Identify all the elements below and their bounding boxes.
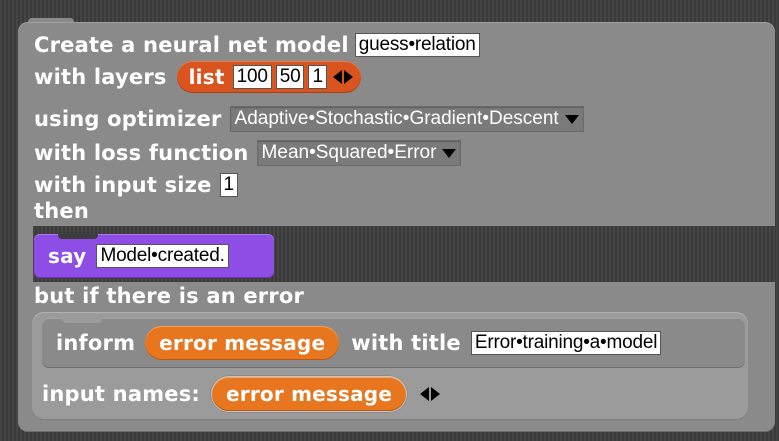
say-block[interactable]: say Model•created. — [34, 234, 274, 278]
inform-block[interactable]: inform error message with title Error•tr… — [42, 318, 745, 368]
loss-dropdown[interactable]: Mean•Squared•Error — [256, 140, 462, 166]
inform-block-notch — [62, 318, 102, 323]
then-row: then — [34, 198, 89, 224]
error-label-row: but if there is an error — [34, 282, 304, 310]
input-names-expand-arrows[interactable] — [420, 387, 441, 401]
input-name-slot[interactable]: error message — [210, 375, 409, 413]
title-input[interactable]: Error•training•a•model — [470, 331, 662, 355]
say-message-input[interactable]: Model•created. — [96, 244, 229, 268]
optimizer-dropdown[interactable]: Adaptive•Stochastic•Gradient•Descent — [229, 106, 584, 132]
layer-input-2[interactable]: 50 — [275, 65, 305, 89]
input-names-label: input names: — [42, 382, 201, 406]
input-names-row: input names: error message — [42, 374, 441, 414]
dropdown-arrow-icon[interactable] — [442, 148, 457, 158]
then-label: then — [34, 199, 89, 223]
loss-label: with loss function — [34, 141, 249, 165]
input-name-label: error message — [226, 382, 393, 406]
list-reporter[interactable]: list 100 50 1 — [176, 61, 361, 93]
model-name-input[interactable]: guess•relation — [354, 33, 480, 57]
create-row: Create a neural net model guess•relation — [34, 30, 480, 60]
say-block-notch — [58, 234, 98, 239]
error-handler-label: but if there is an error — [34, 284, 305, 308]
with-title-label: with title — [351, 331, 461, 355]
say-label: say — [48, 244, 87, 268]
list-expand-arrows[interactable] — [332, 70, 353, 84]
layer-input-1[interactable]: 100 — [232, 65, 272, 89]
loss-value: Mean•Squared•Error — [261, 142, 437, 163]
input-size-label: with input size — [34, 173, 212, 197]
optimizer-value: Adaptive•Stochastic•Gradient•Descent — [234, 108, 559, 129]
inform-label: inform — [56, 331, 136, 355]
layers-row: with layers list 100 50 1 — [34, 61, 361, 93]
right-arrow-icon[interactable] — [431, 387, 441, 401]
layers-label: with layers — [34, 65, 167, 89]
optimizer-label: using optimizer — [34, 107, 222, 131]
loss-row: with loss function Mean•Squared•Error — [34, 138, 462, 168]
input-size-input[interactable]: 1 — [219, 173, 238, 197]
dropdown-arrow-icon[interactable] — [564, 114, 579, 124]
input-name-variable[interactable]: error message — [212, 377, 407, 411]
create-label: Create a neural net model — [34, 33, 349, 57]
error-message-reporter[interactable]: error message — [145, 326, 340, 360]
list-label: list — [188, 65, 225, 89]
optimizer-row: using optimizer Adaptive•Stochastic•Grad… — [34, 104, 584, 134]
scripting-area[interactable]: Create a neural net model guess•relation… — [0, 0, 779, 441]
c-slot-left-bar — [18, 226, 33, 282]
input-size-row: with input size 1 — [34, 170, 238, 200]
error-message-label: error message — [159, 331, 326, 355]
left-arrow-icon[interactable] — [332, 70, 342, 84]
left-arrow-icon[interactable] — [420, 387, 430, 401]
layer-input-3[interactable]: 1 — [308, 65, 327, 89]
right-arrow-icon[interactable] — [343, 70, 353, 84]
